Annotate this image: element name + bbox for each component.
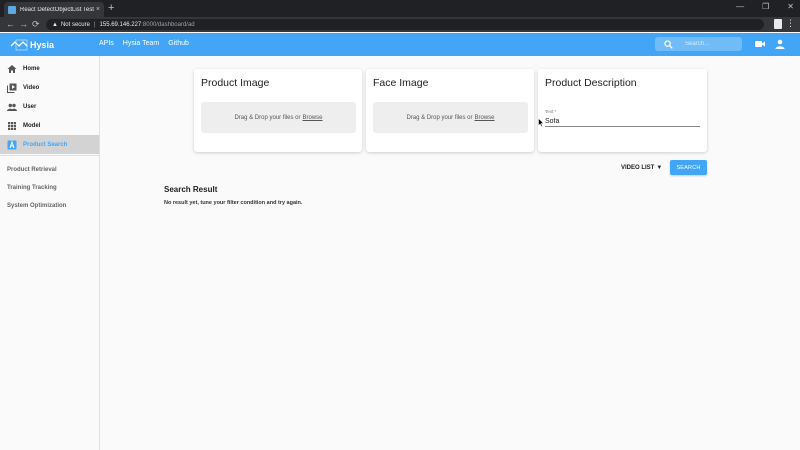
- url-path: :8000/dashboard/ad: [141, 21, 195, 28]
- nav-link-team[interactable]: Hysia Team: [123, 40, 159, 47]
- dropzone-text: Drag & Drop your files or: [234, 114, 301, 121]
- video-list-dropdown[interactable]: VIDEO LIST ▼: [621, 162, 662, 174]
- address-bar[interactable]: ▲ Not secure | 155.69.146.227 :8000/dash…: [46, 19, 764, 30]
- sidebar-link-training-tracking[interactable]: Training Tracking: [7, 185, 57, 191]
- description-text-field[interactable]: [545, 116, 700, 127]
- search-button[interactable]: SEARCH: [670, 160, 707, 175]
- video-camera-icon[interactable]: [755, 40, 765, 48]
- card-title: Face Image: [373, 77, 429, 89]
- sidebar-link-product-retrieval[interactable]: Product Retrieval: [7, 167, 57, 173]
- caret-down-icon: ▼: [656, 165, 663, 171]
- sidebar-item-label: User: [23, 103, 37, 110]
- tab-favicon-icon: [8, 5, 16, 14]
- product-image-dropzone[interactable]: Drag & Drop your files or Browse: [201, 102, 356, 133]
- face-image-dropzone[interactable]: Drag & Drop your files or Browse: [373, 102, 528, 133]
- extension-icon[interactable]: [774, 19, 782, 29]
- sidebar-item-label: Video: [23, 84, 40, 91]
- text-field-label: Text *: [545, 109, 557, 114]
- forward-button[interactable]: →: [19, 18, 28, 30]
- sidebar-item-video[interactable]: Video: [0, 78, 99, 97]
- sidebar-item-user[interactable]: User: [0, 97, 99, 116]
- tab-title: React DetectObjectList Test: [20, 6, 94, 13]
- mouse-cursor-icon: [538, 118, 544, 127]
- browse-link[interactable]: Browse: [303, 115, 323, 121]
- account-icon[interactable]: [775, 39, 785, 49]
- security-label: Not secure: [60, 21, 90, 28]
- sidebar-item-label: Model: [23, 122, 41, 129]
- minimize-button[interactable]: —: [736, 2, 744, 11]
- nav-link-apis[interactable]: APIs: [99, 40, 114, 47]
- browser-toolbar: ← → ⟳ ▲ Not secure | 155.69.146.227 :800…: [0, 17, 800, 32]
- product-description-card: Product Description Text *: [538, 69, 707, 152]
- sidebar-item-model[interactable]: Model: [0, 116, 99, 135]
- close-window-button[interactable]: ✕: [787, 2, 794, 11]
- browser-menu-icon[interactable]: ⋮: [786, 18, 795, 29]
- sidebar-item-label: Home: [23, 65, 40, 72]
- address-separator: |: [93, 21, 96, 28]
- window-controls: — ❐ ✕: [736, 2, 794, 11]
- home-icon: [7, 64, 17, 73]
- browser-tab[interactable]: React DetectObjectList Test ×: [4, 2, 104, 17]
- people-icon: [7, 103, 17, 111]
- card-title: Product Image: [201, 77, 270, 89]
- product-image-card: Product Image Drag & Drop your files or …: [194, 69, 362, 152]
- app-search: [655, 37, 742, 51]
- new-tab-button[interactable]: +: [108, 2, 114, 15]
- product-search-icon: [7, 139, 17, 149]
- nav-link-github[interactable]: Github: [168, 40, 189, 47]
- video-library-icon: [7, 83, 17, 93]
- hysia-logo-icon: [10, 39, 28, 50]
- brand-logo[interactable]: Hysia: [10, 36, 54, 53]
- video-list-label: VIDEO LIST: [621, 165, 655, 171]
- browser-tab-strip: React DetectObjectList Test × + — ❐ ✕: [0, 0, 800, 17]
- sidebar: Home Video User Model Product Search Pro…: [0, 56, 100, 450]
- card-title: Product Description: [545, 77, 637, 89]
- brand-name: Hysia: [30, 39, 55, 50]
- dropzone-text: Drag & Drop your files or: [406, 114, 473, 121]
- maximize-button[interactable]: ❐: [762, 2, 769, 11]
- search-result-title: Search Result: [164, 185, 218, 194]
- grid-icon: [8, 121, 16, 130]
- back-button[interactable]: ←: [6, 18, 15, 30]
- url-host: 155.69.146.227: [99, 21, 142, 28]
- face-image-card: Face Image Drag & Drop your files or Bro…: [366, 69, 534, 152]
- top-nav: APIs Hysia Team Github: [99, 40, 189, 47]
- sidebar-divider: [0, 155, 99, 156]
- search-input[interactable]: [685, 41, 740, 47]
- search-result-message: No result yet, tune your filter conditio…: [164, 200, 303, 206]
- warning-icon: ▲: [52, 21, 58, 28]
- sidebar-item-home[interactable]: Home: [0, 59, 99, 78]
- sidebar-link-system-optimization[interactable]: System Optimization: [7, 203, 66, 209]
- browse-link[interactable]: Browse: [475, 115, 495, 121]
- tab-close-icon[interactable]: ×: [96, 6, 100, 13]
- sidebar-item-product-search[interactable]: Product Search: [0, 135, 99, 154]
- search-icon: [664, 39, 673, 49]
- sidebar-item-label: Product Search: [23, 141, 68, 148]
- reload-button[interactable]: ⟳: [32, 18, 40, 30]
